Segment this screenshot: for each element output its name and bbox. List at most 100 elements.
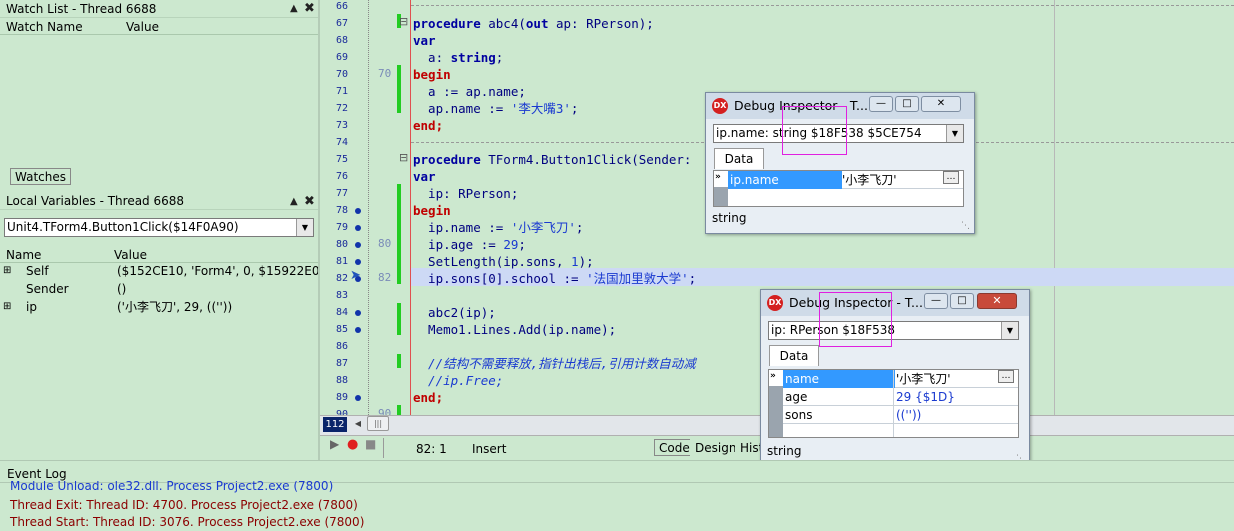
locals-row[interactable]: ⊞ ip ('小李飞刀', 29, (('')) [0,298,318,316]
inspector-row-name: name [783,370,895,388]
watch-list-title: Watch List - Thread 6688 [0,0,318,18]
code-line[interactable]: end; [413,389,443,406]
code-text: ip.sons[0].school := [413,271,587,286]
watch-list-title-text: Watch List - Thread 6688 [6,2,157,16]
tab-data[interactable]: Data [769,345,819,366]
code-line[interactable]: Memo1.Lines.Add(ip.name); [413,321,616,338]
stack-frame-select[interactable]: Unit4.TForm4.Button1Click($14F0A90) ▼ [4,218,314,237]
tab-code[interactable]: Code [654,439,695,456]
play-icon[interactable]: ▶ [330,437,339,451]
inspector-row[interactable]: age 29 {$1D} [783,388,1018,406]
watch-value-column[interactable]: Value [126,19,159,35]
expand-icon[interactable]: ⊞ [3,262,11,280]
locals-name-column[interactable]: Name [6,247,41,263]
locals-value-column[interactable]: Value [114,247,147,263]
minimize-button[interactable]: — [869,96,893,112]
stop-icon[interactable]: ■ [365,437,376,451]
scroll-left-button[interactable]: ◀ [351,417,365,431]
inspector-row-name: ip.name [728,171,842,189]
dx-logo-icon: DX [712,98,728,114]
code-text: a: [413,50,451,65]
watch-name-column[interactable]: Watch Name [6,19,83,35]
locals-row[interactable]: ⊞ Self ($152CE10, 'Form4', 0, $15922E0, … [0,262,318,280]
code-line[interactable]: ip.sons[0].school := '法国加里敦大学'; [413,270,696,287]
breakpoint-dot-icon[interactable] [355,259,361,265]
pin-icon[interactable]: ▲ [290,196,298,207]
tab-data[interactable]: Data [714,148,764,169]
minimize-button[interactable]: — [924,293,948,309]
code-keyword: out [525,16,549,31]
code-text: TForm4.Button1Click(Sender: [480,152,699,167]
margin-line-label: 90 [378,407,392,415]
breakpoint-dot-icon[interactable] [355,242,361,248]
breakpoint-dot-icon[interactable] [355,327,361,333]
chevron-down-icon[interactable]: ▼ [296,219,313,236]
code-line[interactable]: ip.age := 29; [413,236,526,253]
local-name: Sender [26,282,69,296]
close-button[interactable]: ✕ [921,96,961,112]
maximize-button[interactable]: □ [950,293,974,309]
code-line[interactable]: abc2(ip); [413,304,496,321]
code-line[interactable]: a: string; [413,49,503,66]
maximize-button[interactable]: □ [895,96,919,112]
code-text: abc2(ip); [413,305,496,320]
tab-watches[interactable]: Watches [10,168,71,185]
code-line[interactable]: //结构不需要释放,指针出栈后,引用计数自动减 [413,355,696,372]
line-number: 72 [335,103,348,114]
breakpoint-dot-icon[interactable] [355,395,361,401]
close-button[interactable]: ✕ [977,293,1017,309]
breakpoint-dot-icon[interactable] [355,310,361,316]
inspector-row[interactable]: name '小李飞刀' … [783,370,1018,388]
code-line[interactable]: ip: RPerson; [413,185,518,202]
expand-marker-icon: » [715,172,721,182]
line-number: 84 [335,307,348,318]
ellipsis-button[interactable]: … [998,370,1014,383]
watch-list-header: Watch Name Value [0,19,318,35]
record-icon[interactable]: ● [347,437,358,452]
watch-list-body[interactable] [0,36,319,167]
code-line[interactable]: begin [413,202,451,219]
scroll-position-box: 112 [323,417,347,432]
code-text: ip: RPerson; [413,186,519,201]
close-icon[interactable]: ✖ [304,194,315,209]
inspector-row-value: 29 {$1D} [896,390,955,404]
line-number: 74 [335,137,348,148]
expand-icon[interactable]: ⊞ [3,298,11,316]
close-icon[interactable]: ✖ [304,1,315,16]
inspector-titlebar[interactable]: DX Debug Inspector - T... — □ ✕ [761,290,1029,316]
code-text: ; [570,101,579,116]
breakpoint-dot-icon[interactable] [355,208,361,214]
code-line[interactable]: begin [413,66,451,83]
line-number: 81 [335,256,348,267]
code-line[interactable]: procedure TForm4.Button1Click(Sender: [413,151,699,168]
event-log-line: Thread Exit: Thread ID: 4700. Process Pr… [10,498,358,512]
debug-inspector-window[interactable]: DX Debug Inspector - T... — □ ✕ ip: RPer… [760,289,1030,467]
code-line[interactable]: ap.name := '李大嘴3'; [413,100,578,117]
inspector-row[interactable]: ip.name '小李飞刀' … [728,171,963,189]
chevron-down-icon[interactable]: ▼ [1001,322,1018,339]
code-line[interactable]: //ip.Free; [413,372,503,389]
pin-icon[interactable]: ▲ [290,3,298,14]
tab-design[interactable]: Design [690,439,742,456]
collapse-icon[interactable]: ⊟ [399,151,408,164]
local-value: ($152CE10, 'Form4', 0, $15922E0, nil, ni… [117,264,318,278]
inspector-row[interactable]: sons (('')) [783,406,1018,424]
collapse-icon[interactable]: ⊟ [399,15,408,28]
resize-grip-icon[interactable]: ⋱ [961,221,970,231]
code-line[interactable]: procedure abc4(out ap: RPerson); [413,15,654,32]
code-line[interactable]: SetLength(ip.sons, 1); [413,253,594,270]
ellipsis-button[interactable]: … [943,171,959,184]
code-line[interactable]: a := ap.name; [413,83,526,100]
line-number: 83 [335,290,348,301]
chevron-down-icon[interactable]: ▼ [946,125,963,142]
code-line[interactable]: end; [413,117,443,134]
code-line[interactable]: ip.name := '小李飞刀'; [413,219,583,236]
inspector-expression-select[interactable]: ip: RPerson $18F538 ▼ [768,321,1019,340]
scroll-thumb[interactable]: ||| [367,416,389,431]
locals-row[interactable]: Sender () [0,280,318,298]
breakpoint-dot-icon[interactable] [355,225,361,231]
code-line[interactable]: var [413,168,436,185]
code-line[interactable]: var [413,32,436,49]
inspector-grid[interactable]: » name '小李飞刀' … age 29 {$1D} sons (('')) [768,369,1019,438]
inspector-grid[interactable]: » ip.name '小李飞刀' … [713,170,964,207]
